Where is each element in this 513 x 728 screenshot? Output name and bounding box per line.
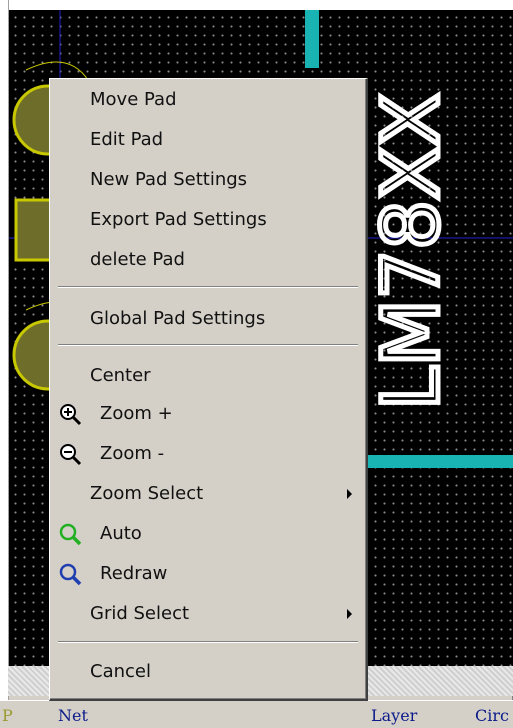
menu-item-zoom-select[interactable]: Zoom Select (50, 475, 366, 513)
menu-item-export-pad-settings[interactable]: Export Pad Settings (50, 201, 366, 239)
menu-item-global-pad-settings[interactable]: Global Pad Settings (50, 300, 366, 338)
menu-separator (58, 641, 358, 643)
submenu-arrow-icon (347, 489, 352, 499)
menu-item-new-pad-settings[interactable]: New Pad Settings (50, 161, 366, 199)
status-col-layer: Layer (371, 706, 418, 725)
zoom-in-icon (60, 404, 82, 426)
component-label: LM78XX (367, 93, 457, 410)
menu-item-center[interactable]: Center (50, 357, 366, 395)
status-col-circ: Circ (475, 706, 509, 725)
menu-item-edit-pad[interactable]: Edit Pad (50, 121, 366, 159)
status-col-p: P (2, 706, 13, 725)
zoom-out-icon (60, 444, 82, 466)
menu-separator (58, 344, 358, 346)
menu-item-auto[interactable]: Auto (50, 515, 366, 553)
horizontal-trace[interactable] (368, 455, 513, 468)
left-strip (0, 0, 9, 700)
status-col-net: Net (58, 706, 88, 725)
menu-item-delete-pad[interactable]: delete Pad (50, 241, 366, 279)
menu-item-cancel[interactable]: Cancel (50, 653, 366, 691)
menu-item-zoom-in[interactable]: Zoom + (50, 395, 366, 433)
redraw-icon (59, 563, 82, 586)
submenu-arrow-icon (347, 609, 352, 619)
menu-item-zoom-out[interactable]: Zoom - (50, 435, 366, 473)
menu-item-grid-select[interactable]: Grid Select (50, 595, 366, 633)
zoom-auto-icon (59, 523, 82, 546)
menu-separator (58, 286, 358, 288)
menu-item-redraw[interactable]: Redraw (50, 555, 366, 593)
top-strip (0, 0, 513, 10)
context-menu: Move Pad Edit Pad New Pad Settings Expor… (49, 78, 368, 701)
vertical-trace[interactable] (305, 10, 319, 68)
menu-item-move-pad[interactable]: Move Pad (50, 81, 366, 119)
